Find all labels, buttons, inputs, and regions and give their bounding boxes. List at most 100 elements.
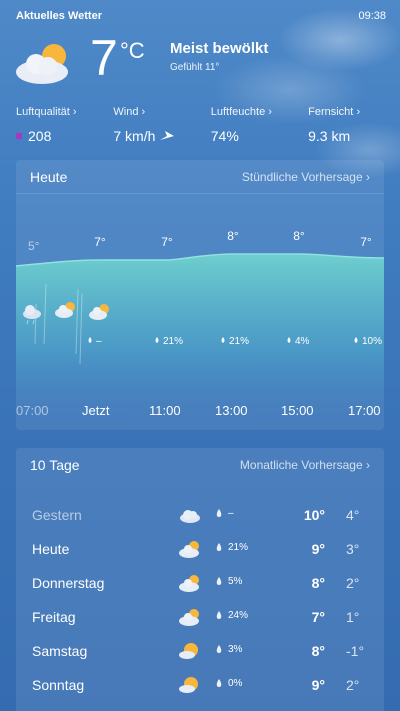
day-name: Freitag xyxy=(32,609,76,625)
clock: 09:38 xyxy=(358,10,386,22)
hour-label: 11:00 xyxy=(149,403,181,418)
precip-value: 4% xyxy=(295,336,310,347)
day-name: Sonntag xyxy=(32,677,85,693)
partly-cloudy-icon xyxy=(179,609,199,626)
day-row[interactable]: Freitag 24% 7° 1° xyxy=(16,601,384,635)
day-name: Donnerstag xyxy=(32,575,105,591)
raindrop-icon xyxy=(216,543,222,551)
hourly-card: Heute Stündliche Vorhersage › 5° 7° 7° 8° 8°… xyxy=(16,160,384,430)
day-row[interactable]: Gestern – 10° 4° xyxy=(16,499,384,533)
cloud-icon xyxy=(180,510,200,523)
hourly-temp: 7° xyxy=(94,235,106,249)
chevron-right-icon: › xyxy=(356,106,361,118)
metrics-row: Luftqualität › 208 Wind › 7 km/h Luftfeu… xyxy=(16,106,386,144)
raindrop-icon xyxy=(216,577,222,585)
day-row[interactable]: Donnerstag 5% 8° 2° xyxy=(16,567,384,601)
hourly-title: Heute xyxy=(30,168,68,185)
partly-cloudy-icon xyxy=(179,575,199,592)
sun-behind-cloud-icon xyxy=(179,677,198,693)
metric-label: Luftfeuchte xyxy=(210,106,266,118)
precip-chance: 5% xyxy=(216,576,242,587)
hour-label: 13:00 xyxy=(215,403,248,418)
condition-text: Meist bewölkt xyxy=(170,40,269,57)
low-temp: 1° xyxy=(346,609,360,625)
current-temp: 7 xyxy=(90,30,118,86)
high-temp: 9° xyxy=(311,677,325,693)
wind-direction-icon xyxy=(160,131,175,140)
raindrop-icon xyxy=(216,679,222,687)
hourly-link-label: Stündliche Vorhersage xyxy=(241,169,363,184)
feels-like: Gefühlt 11° xyxy=(170,62,220,73)
chevron-right-icon: › xyxy=(72,106,77,118)
metric-value: 7 km/h xyxy=(113,128,156,144)
hour-labels: 07:00 Jetzt 11:00 13:00 15:00 17:00 xyxy=(16,403,384,423)
hour-label: Jetzt xyxy=(82,403,110,418)
precip-value: 21% xyxy=(228,542,249,553)
precip-value: 24% xyxy=(228,610,249,621)
app-title: Aktuelles Wetter xyxy=(16,10,102,22)
metric-label: Fernsicht xyxy=(308,106,354,118)
low-temp: -1° xyxy=(346,643,365,659)
metric-humidity[interactable]: Luftfeuchte › 74% xyxy=(211,106,308,144)
hourly-temp: 7° xyxy=(161,235,173,249)
low-temp: 4° xyxy=(346,507,360,523)
precip-value: 5% xyxy=(228,576,243,587)
daily-title: 10 Tage xyxy=(30,457,80,473)
partly-cloudy-icon xyxy=(16,44,68,84)
precip-value: – xyxy=(96,336,102,347)
hour-label: 07:00 xyxy=(16,403,49,418)
hourly-temp: 7° xyxy=(360,235,372,249)
hourly-header: Heute Stündliche Vorhersage › xyxy=(16,160,384,194)
low-temp: 2° xyxy=(346,677,360,693)
monthly-forecast-link[interactable]: Monatliche Vorhersage › xyxy=(240,458,370,472)
daily-header: 10 Tage Monatliche Vorhersage › xyxy=(16,448,384,482)
hourly-temp: 8° xyxy=(293,229,305,243)
temp-unit: °C xyxy=(120,38,145,63)
precip-value: 3% xyxy=(228,644,243,655)
hourly-temp: 8° xyxy=(227,229,239,243)
precip-chance: 21% xyxy=(216,542,248,553)
precip-chance: 0% xyxy=(216,678,242,689)
day-row[interactable]: Samstag 3% 8° -1° xyxy=(16,635,384,669)
precip-value: 21% xyxy=(229,336,249,347)
metric-air-quality[interactable]: Luftqualität › 208 xyxy=(16,106,113,144)
high-temp: 9° xyxy=(311,541,325,557)
high-temp: 7° xyxy=(311,609,325,625)
day-row[interactable]: Heute 21% 9° 3° xyxy=(16,533,384,567)
day-name: Heute xyxy=(32,541,70,557)
status-bar: Aktuelles Wetter 09:38 xyxy=(16,10,386,22)
raindrop-icon xyxy=(216,509,222,517)
hour-label: 15:00 xyxy=(281,403,314,418)
metric-value: 208 xyxy=(28,128,52,144)
chevron-right-icon: › xyxy=(366,169,370,184)
daily-link-label: Monatliche Vorhersage xyxy=(239,458,363,472)
high-temp: 10° xyxy=(303,507,325,523)
daily-card: 10 Tage Monatliche Vorhersage › Gestern –… xyxy=(16,448,384,711)
metric-visibility[interactable]: Fernsicht › 9.3 km xyxy=(308,106,386,144)
hourly-forecast-link[interactable]: Stündliche Vorhersage › xyxy=(242,170,370,184)
metric-wind[interactable]: Wind › 7 km/h xyxy=(113,106,210,144)
metric-label: Wind xyxy=(113,106,139,118)
precip-value: – xyxy=(228,508,234,519)
precip-chance: 24% xyxy=(216,610,248,621)
high-temp: 8° xyxy=(311,575,325,591)
raindrop-icon xyxy=(216,611,222,619)
day-name: Samstag xyxy=(32,643,88,659)
day-row[interactable]: Sonntag 0% 9° 2° xyxy=(16,669,384,703)
precip-value: 0% xyxy=(228,678,243,689)
metric-value: 74% xyxy=(210,128,239,144)
precip-value: 10% xyxy=(362,336,382,347)
hour-label: 17:00 xyxy=(348,403,381,418)
precip-chance: – xyxy=(216,508,234,519)
current-weather: 7 °C Meist bewölkt Gefühlt 11° xyxy=(14,30,386,94)
metric-value: 9.3 km xyxy=(308,128,351,144)
raindrop-icon xyxy=(216,645,222,653)
high-temp: 8° xyxy=(311,643,325,659)
precip-value: 21% xyxy=(163,336,183,347)
low-temp: 2° xyxy=(346,575,360,591)
precip-chance: 3% xyxy=(216,644,242,655)
hourly-temp: 5° xyxy=(28,239,40,253)
day-name: Gestern xyxy=(32,507,82,523)
sun-behind-cloud-icon xyxy=(179,643,198,659)
air-quality-dot-icon xyxy=(16,133,22,139)
